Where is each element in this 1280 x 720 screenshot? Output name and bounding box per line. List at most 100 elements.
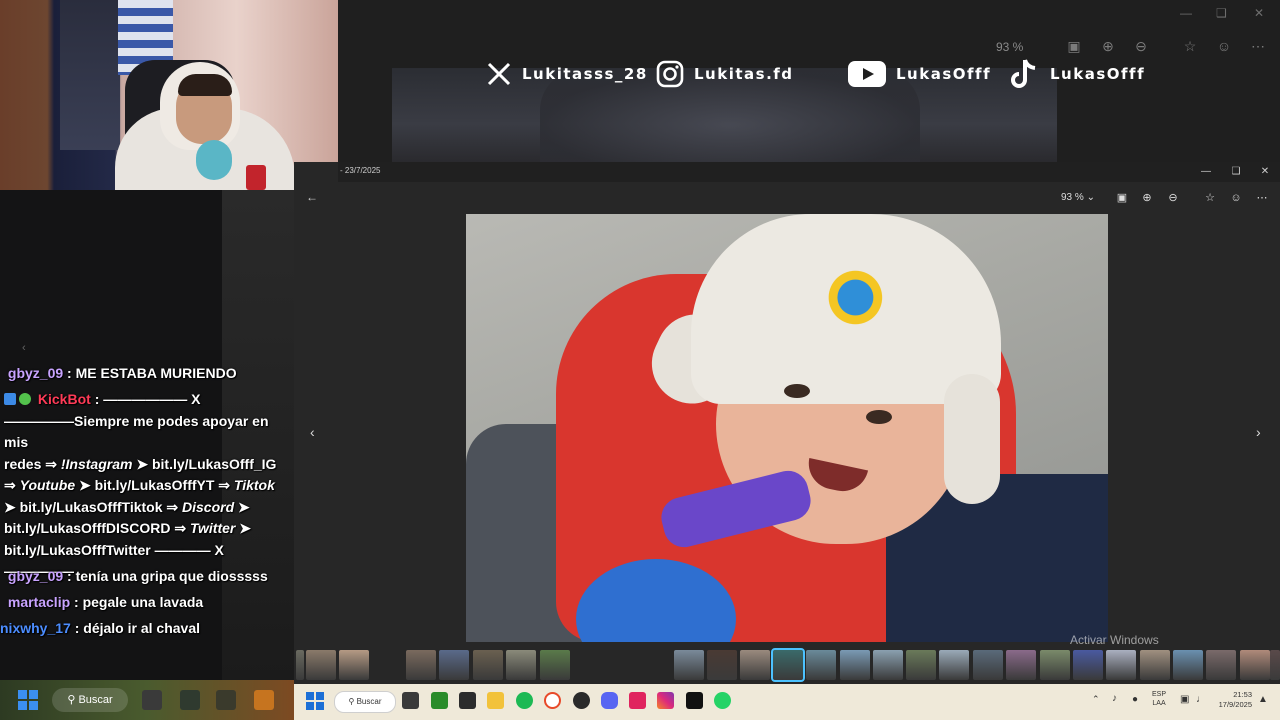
filmstrip-thumbnail-selected[interactable] (771, 648, 805, 682)
tray-app-icon[interactable]: ● (1132, 694, 1138, 705)
webcam-person-hair (178, 74, 232, 96)
whatsapp-icon[interactable] (714, 692, 731, 709)
fit-to-window-icon[interactable]: ▣ (1114, 190, 1130, 206)
taskbar-search-button[interactable]: ⚲ Buscar (52, 688, 128, 712)
filmstrip-thumbnail[interactable] (707, 650, 737, 680)
discord-icon[interactable] (601, 692, 618, 709)
maximize-button[interactable]: ❑ (1228, 164, 1244, 180)
youtube-logo-icon (848, 61, 886, 87)
filmstrip-thumbnail[interactable] (296, 650, 304, 680)
filmstrip-thumbnail[interactable] (973, 650, 1003, 680)
emoji-icon[interactable]: ☺ (1228, 190, 1244, 206)
filmstrip-thumbnail[interactable] (1140, 650, 1170, 680)
filmstrip-thumbnail[interactable] (540, 650, 570, 680)
more-options-icon[interactable]: ⋯ (1254, 190, 1270, 206)
filmstrip-thumbnail[interactable] (506, 650, 536, 680)
chat-text: ➤ bit.ly/LukasOfff_IG (132, 455, 277, 472)
bg-close-icon: ✕ (1254, 6, 1265, 20)
filmstrip-thumbnail[interactable] (1106, 650, 1136, 680)
windows-start-icon[interactable] (18, 690, 38, 710)
taskbar-search-button[interactable]: ⚲ Buscar (334, 691, 396, 713)
app-icon[interactable] (180, 690, 200, 710)
minimize-button[interactable]: — (1198, 164, 1214, 180)
chat-text: ⇒ (4, 477, 20, 493)
search-label: Buscar (356, 697, 382, 706)
social-instagram-handle: Lukitas.fd (694, 65, 794, 83)
taskbar-clock[interactable]: 21:53 17/9/2025 (1214, 690, 1252, 710)
instagram-logo-icon (656, 60, 684, 88)
next-photo-icon[interactable]: › (1256, 424, 1261, 440)
chat-username[interactable]: gbyz_09 (8, 568, 63, 584)
spotify-icon[interactable] (516, 692, 533, 709)
filmstrip-thumbnail[interactable] (806, 650, 836, 680)
network-icon[interactable]: ▣ (1180, 694, 1189, 705)
chat-text: ➤ (234, 498, 250, 515)
filmstrip-thumbnail[interactable] (1073, 650, 1103, 680)
filmstrip-thumbnail[interactable] (840, 650, 870, 680)
filmstrip-thumbnail[interactable] (439, 650, 469, 680)
microphone-icon[interactable]: ♪ (1112, 693, 1117, 704)
chat-text: Youtube (19, 477, 76, 493)
chat-username[interactable]: nixwhy_17 (0, 620, 71, 636)
task-view-icon[interactable] (142, 690, 162, 710)
tray-overflow-chevron-icon[interactable]: ⌃ (1092, 694, 1100, 705)
chat-text: : ME ESTABA MURIENDO (67, 365, 237, 381)
chat-text: Tiktok (233, 477, 275, 493)
webcam-shelf (60, 0, 120, 150)
language-indicator[interactable]: ESP LAA (1152, 690, 1166, 708)
favorite-star-icon[interactable]: ☆ (1202, 190, 1218, 206)
app-icon[interactable] (573, 692, 590, 709)
filmstrip-thumbnail[interactable] (1173, 650, 1203, 680)
filmstrip-thumbnail[interactable] (1270, 650, 1280, 680)
app-icon[interactable] (216, 690, 236, 710)
filmstrip-thumbnail[interactable] (473, 650, 503, 680)
zoom-level-dropdown[interactable]: 93 % ⌄ (1061, 192, 1095, 203)
filmstrip-thumbnail[interactable] (339, 650, 369, 680)
zoom-out-icon[interactable]: ⊖ (1165, 190, 1181, 206)
chat-text: redes ⇒ (4, 455, 61, 472)
chat-username[interactable]: martaclip (8, 594, 70, 610)
chat-text: bit.ly/LukasOfffDISCORD ⇒ (4, 520, 190, 536)
chat-username[interactable]: KickBot (38, 391, 91, 407)
filmstrip-thumbnail[interactable] (906, 650, 936, 680)
chat-scroll-left-icon[interactable]: ‹ (22, 342, 26, 354)
chat-empty-area (0, 190, 222, 350)
filmstrip-thumbnail[interactable] (939, 650, 969, 680)
back-arrow-icon[interactable]: ← (306, 190, 318, 204)
previous-photo-icon[interactable]: ‹ (310, 424, 315, 440)
filmstrip-thumbnail[interactable] (740, 650, 770, 680)
filmstrip-thumbnail[interactable] (1040, 650, 1070, 680)
opera-icon[interactable] (544, 692, 561, 709)
chat-text: ➤ bit.ly/LukasOfffYT ⇒ (75, 477, 234, 493)
minecraft-icon[interactable] (431, 692, 448, 709)
clock-date: 17/9/2025 (1218, 700, 1252, 709)
volume-icon[interactable]: ♩ (1196, 694, 1206, 705)
social-youtube: LukasOfff (848, 56, 991, 92)
close-button[interactable]: ✕ (1257, 164, 1273, 180)
filmstrip-thumbnail[interactable] (406, 650, 436, 680)
social-tiktok: LukasOfff (1010, 56, 1145, 92)
chat-username[interactable]: gbyz_09 (8, 365, 63, 381)
filmstrip-thumbnail[interactable] (1240, 650, 1270, 680)
file-explorer-icon[interactable] (254, 690, 274, 710)
language-code: ESP (1152, 691, 1167, 698)
bg-emoji-icon: ☺ (1216, 38, 1232, 54)
webcam-plush-toy (196, 140, 232, 180)
windows-start-icon[interactable] (306, 692, 324, 710)
filmstrip-thumbnail[interactable] (873, 650, 903, 680)
zoom-in-icon[interactable]: ⊕ (1139, 190, 1155, 206)
filmstrip-thumbnail[interactable] (1206, 650, 1236, 680)
tiktok-icon[interactable] (686, 692, 703, 709)
filmstrip-thumbnail[interactable] (306, 650, 336, 680)
filmstrip-thumbnail[interactable] (1006, 650, 1036, 680)
file-explorer-icon[interactable] (487, 692, 504, 709)
task-view-icon[interactable] (402, 692, 419, 709)
chat-text: bit.ly/LukasOfffTwitter ———— X (4, 541, 224, 558)
chat-text: !Instagram (60, 455, 133, 472)
app-icon[interactable] (459, 692, 476, 709)
instagram-app-icon[interactable] (657, 692, 674, 709)
filmstrip-thumbnail[interactable] (674, 650, 704, 680)
notification-bell-icon[interactable]: ▲ (1258, 694, 1268, 705)
tiktok-app-icon[interactable] (629, 692, 646, 709)
chat-text: : tenía una gripa que diosssss (67, 568, 268, 584)
